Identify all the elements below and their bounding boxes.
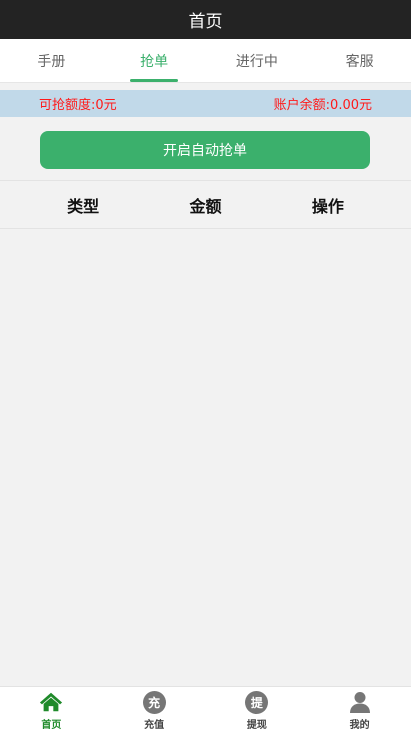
nav-withdraw[interactable]: 提 提现 [206, 687, 309, 734]
home-icon [39, 690, 63, 714]
nav-mine-label: 我的 [349, 720, 370, 731]
tab-manual-label: 手册 [37, 53, 66, 70]
auto-grab-button[interactable]: 开启自动抢单 [40, 131, 370, 169]
column-header-action: 操作 [311, 196, 344, 216]
user-icon [348, 690, 372, 714]
column-header-type: 类型 [67, 196, 100, 216]
nav-mine[interactable]: 我的 [308, 687, 411, 734]
account-balance-text: 账户余额:0.00元 [273, 98, 372, 113]
grab-quota-text: 可抢额度:0元 [39, 98, 117, 113]
tab-manual[interactable]: 手册 [0, 39, 103, 82]
withdraw-icon-glyph: 提 [245, 690, 269, 714]
nav-withdraw-label: 提现 [246, 720, 267, 731]
title-bar: 首页 [0, 0, 411, 39]
column-header-amount: 金额 [189, 196, 222, 216]
recharge-icon: 充 [142, 690, 166, 714]
nav-recharge[interactable]: 充 充值 [103, 687, 206, 734]
tab-customer-service[interactable]: 客服 [308, 39, 411, 82]
top-tabs: 手册 抢单 进行中 客服 [0, 39, 411, 83]
tab-grab-order-label: 抢单 [140, 53, 169, 70]
recharge-icon-glyph: 充 [142, 690, 166, 714]
balance-bar: 可抢额度:0元 账户余额:0.00元 [0, 90, 411, 117]
table-header: 类型 金额 操作 [0, 180, 411, 229]
tab-customer-service-label: 客服 [345, 53, 374, 70]
tab-grab-order[interactable]: 抢单 [103, 39, 206, 82]
nav-home-label: 首页 [41, 720, 62, 731]
nav-recharge-label: 充值 [144, 720, 165, 731]
nav-home[interactable]: 首页 [0, 687, 103, 734]
page-title: 首页 [188, 12, 223, 32]
withdraw-icon: 提 [245, 690, 269, 714]
bottom-nav: 首页 充 充值 提 提现 我的 [0, 686, 411, 734]
tab-in-progress[interactable]: 进行中 [206, 39, 309, 82]
app-root: 首页 手册 抢单 进行中 客服 可抢额度:0元 账户余额:0.00元 开启自动抢… [0, 0, 411, 734]
tab-in-progress-label: 进行中 [235, 53, 278, 70]
